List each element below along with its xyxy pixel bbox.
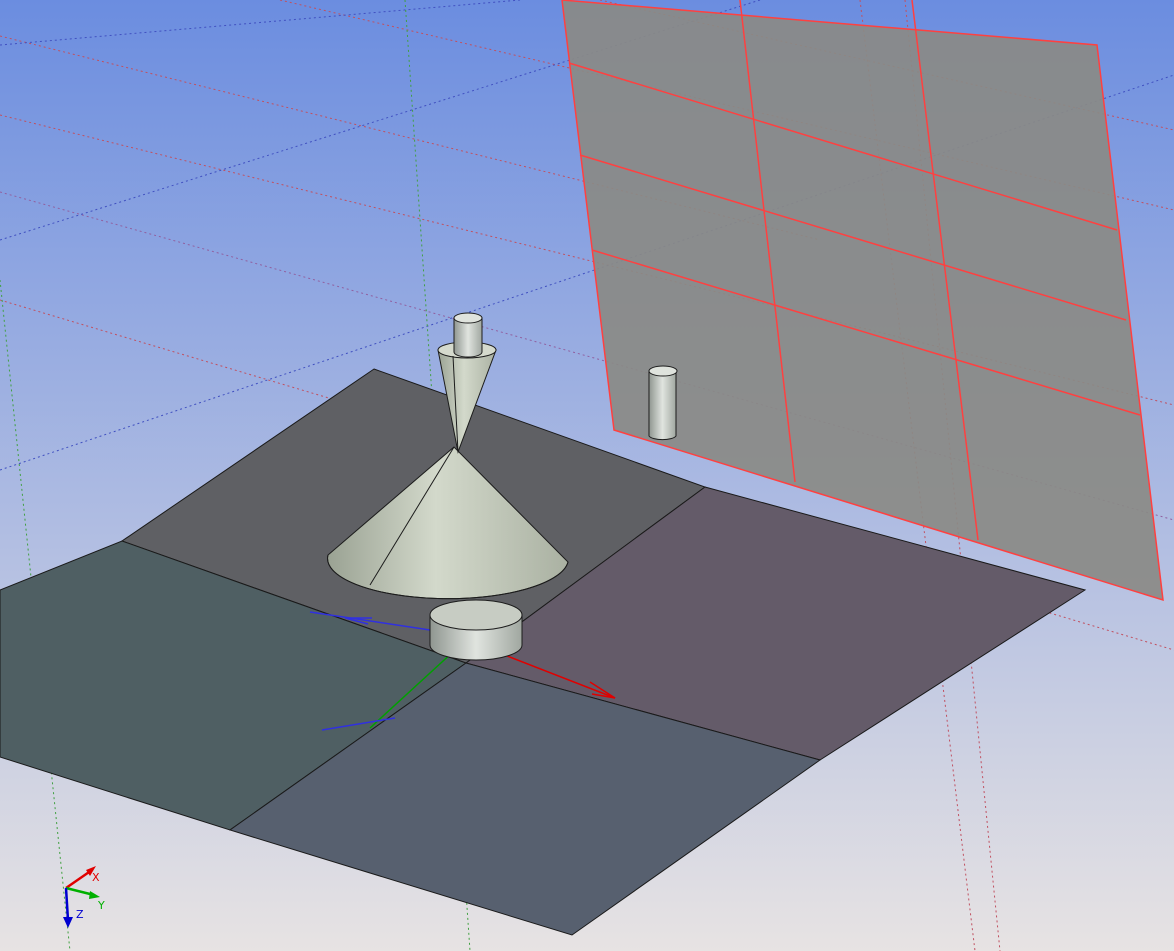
disc-cylinder[interactable] [429, 599, 523, 661]
axis-x-label: X [92, 871, 100, 884]
small-cylinder[interactable] [648, 365, 678, 441]
3d-viewport[interactable]: X Y Z [0, 0, 1174, 951]
axis-y-label: Y [97, 899, 105, 912]
axis-z-label: Z [76, 908, 84, 921]
top-cylinder[interactable] [453, 312, 483, 358]
